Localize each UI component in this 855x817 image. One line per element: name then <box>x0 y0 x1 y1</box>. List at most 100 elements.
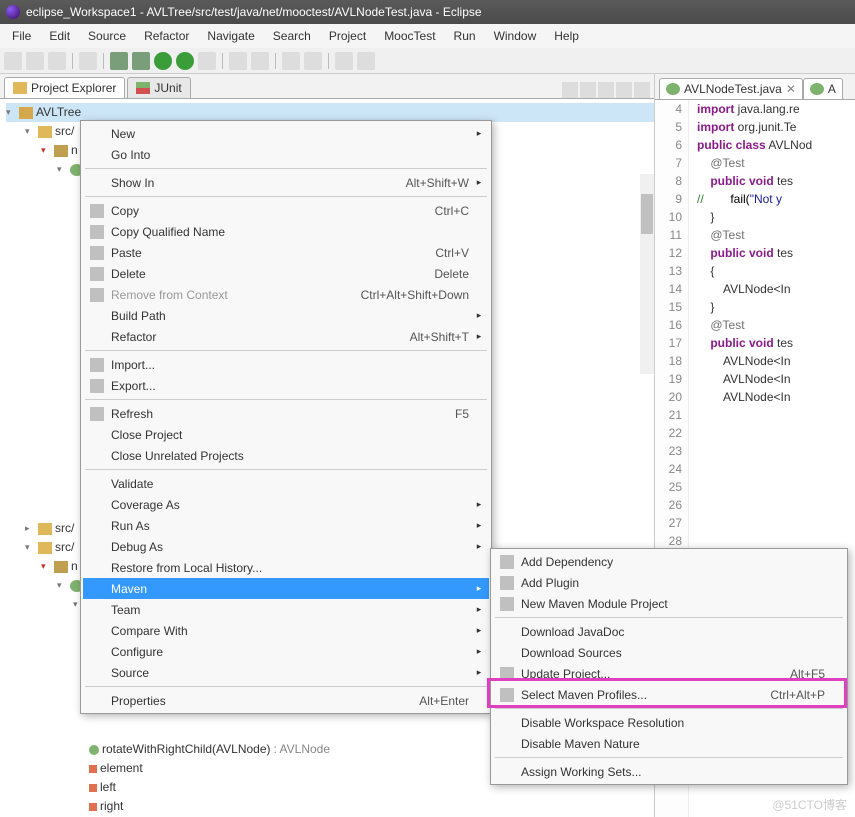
menu-label: Team <box>107 603 473 617</box>
tab-junit[interactable]: JUnit <box>127 77 190 98</box>
menu-item-show-in[interactable]: Show InAlt+Shift+W▸ <box>83 172 489 193</box>
menu-item-properties[interactable]: PropertiesAlt+Enter <box>83 690 489 711</box>
menu-refactor[interactable]: Refactor <box>136 27 197 45</box>
menu-project[interactable]: Project <box>321 27 374 45</box>
menu-item-configure[interactable]: Configure▸ <box>83 641 489 662</box>
menu-item-debug-as[interactable]: Debug As▸ <box>83 536 489 557</box>
menu-item-import[interactable]: Import... <box>83 354 489 375</box>
menu-item-disable-maven-nature[interactable]: Disable Maven Nature <box>493 733 845 754</box>
menu-file[interactable]: File <box>4 27 39 45</box>
menu-item-close-project[interactable]: Close Project <box>83 424 489 445</box>
menu-item-assign-working-sets[interactable]: Assign Working Sets... <box>493 761 845 782</box>
menu-edit[interactable]: Edit <box>41 27 78 45</box>
menu-help[interactable]: Help <box>546 27 587 45</box>
menu-item-coverage-as[interactable]: Coverage As▸ <box>83 494 489 515</box>
menu-run[interactable]: Run <box>446 27 484 45</box>
saveall-icon[interactable] <box>48 52 66 70</box>
field-icon <box>89 765 97 773</box>
minimize-icon[interactable] <box>616 82 632 98</box>
package-icon <box>54 561 68 573</box>
maximize-icon[interactable] <box>634 82 650 98</box>
new-class-icon[interactable] <box>251 52 269 70</box>
menu-separator <box>85 686 487 687</box>
menu-navigate[interactable]: Navigate <box>199 27 262 45</box>
menu-item-go-into[interactable]: Go Into <box>83 144 489 165</box>
menu-label: Export... <box>107 379 473 393</box>
menu-item-refresh[interactable]: RefreshF5 <box>83 403 489 424</box>
menu-item-select-maven-profiles[interactable]: Select Maven Profiles...Ctrl+Alt+P <box>493 684 845 705</box>
field-icon <box>89 784 97 792</box>
submenu-arrow-icon: ▸ <box>473 646 485 657</box>
tree-label: src/ <box>55 519 74 538</box>
editor-tab-label: A <box>828 82 836 96</box>
run-config-icon[interactable] <box>198 52 216 70</box>
build-icon[interactable] <box>79 52 97 70</box>
menu-icon <box>500 555 514 569</box>
menubar: FileEditSourceRefactorNavigateSearchProj… <box>0 24 855 48</box>
tab-project-explorer[interactable]: Project Explorer <box>4 77 125 98</box>
tree-scrollbar[interactable] <box>640 174 654 374</box>
menu-search[interactable]: Search <box>265 27 319 45</box>
eclipse-icon <box>6 5 20 19</box>
menu-item-copy[interactable]: CopyCtrl+C <box>83 200 489 221</box>
menu-icon <box>90 246 104 260</box>
run-ext-icon[interactable] <box>176 52 194 70</box>
collapse-icon[interactable] <box>562 82 578 98</box>
menu-item-delete[interactable]: DeleteDelete <box>83 263 489 284</box>
menu-item-refactor[interactable]: RefactorAlt+Shift+T▸ <box>83 326 489 347</box>
save-icon[interactable] <box>26 52 44 70</box>
menu-mooctest[interactable]: MoocTest <box>376 27 443 45</box>
editor-tab[interactable]: A <box>803 78 843 99</box>
menu-item-add-plugin[interactable]: Add Plugin <box>493 572 845 593</box>
menu-accelerator: Ctrl+C <box>435 204 473 218</box>
tree-field[interactable]: right <box>6 797 654 816</box>
menu-label: Assign Working Sets... <box>517 765 829 779</box>
menu-item-new-maven-module-project[interactable]: New Maven Module Project <box>493 593 845 614</box>
menu-item-team[interactable]: Team▸ <box>83 599 489 620</box>
menu-item-copy-qualified-name[interactable]: Copy Qualified Name <box>83 221 489 242</box>
submenu-arrow-icon: ▸ <box>473 583 485 594</box>
link-icon[interactable] <box>580 82 596 98</box>
menu-item-compare-with[interactable]: Compare With▸ <box>83 620 489 641</box>
menu-label: Select Maven Profiles... <box>517 688 770 702</box>
close-tab-icon[interactable]: ✕ <box>786 82 796 96</box>
menu-item-maven[interactable]: Maven▸ <box>83 578 489 599</box>
new-icon[interactable] <box>4 52 22 70</box>
menu-item-build-path[interactable]: Build Path▸ <box>83 305 489 326</box>
submenu-arrow-icon: ▸ <box>473 520 485 531</box>
menu-accelerator: Ctrl+Alt+Shift+Down <box>361 288 473 302</box>
menu-item-run-as[interactable]: Run As▸ <box>83 515 489 536</box>
source-folder-icon <box>38 542 52 554</box>
menu-item-paste[interactable]: PasteCtrl+V <box>83 242 489 263</box>
open-type-icon[interactable] <box>282 52 300 70</box>
tree-label: src/ <box>55 122 74 141</box>
editor-tab-active[interactable]: AVLNodeTest.java ✕ <box>659 78 803 99</box>
menu-label: New <box>107 127 473 141</box>
menu-accelerator: Delete <box>434 267 473 281</box>
menu-item-new[interactable]: New▸ <box>83 123 489 144</box>
menu-item-close-unrelated-projects[interactable]: Close Unrelated Projects <box>83 445 489 466</box>
menu-item-download-sources[interactable]: Download Sources <box>493 642 845 663</box>
menu-item-validate[interactable]: Validate <box>83 473 489 494</box>
coverage-icon[interactable] <box>132 52 150 70</box>
menu-item-source[interactable]: Source▸ <box>83 662 489 683</box>
debug-icon[interactable] <box>110 52 128 70</box>
nav-fwd-icon[interactable] <box>357 52 375 70</box>
menu-item-export[interactable]: Export... <box>83 375 489 396</box>
new-pkg-icon[interactable] <box>229 52 247 70</box>
nav-back-icon[interactable] <box>335 52 353 70</box>
menu-item-update-project[interactable]: Update Project...Alt+F5 <box>493 663 845 684</box>
menu-source[interactable]: Source <box>80 27 134 45</box>
menu-icon <box>500 576 514 590</box>
run-icon[interactable] <box>154 52 172 70</box>
view-menu-icon[interactable] <box>598 82 614 98</box>
menu-item-restore-from-local-history[interactable]: Restore from Local History... <box>83 557 489 578</box>
menu-window[interactable]: Window <box>486 27 545 45</box>
menu-item-add-dependency[interactable]: Add Dependency <box>493 551 845 572</box>
menu-separator <box>85 168 487 169</box>
menu-item-disable-workspace-resolution[interactable]: Disable Workspace Resolution <box>493 712 845 733</box>
tab-label: JUnit <box>154 81 181 95</box>
menu-icon <box>500 597 514 611</box>
search-icon[interactable] <box>304 52 322 70</box>
menu-item-download-javadoc[interactable]: Download JavaDoc <box>493 621 845 642</box>
